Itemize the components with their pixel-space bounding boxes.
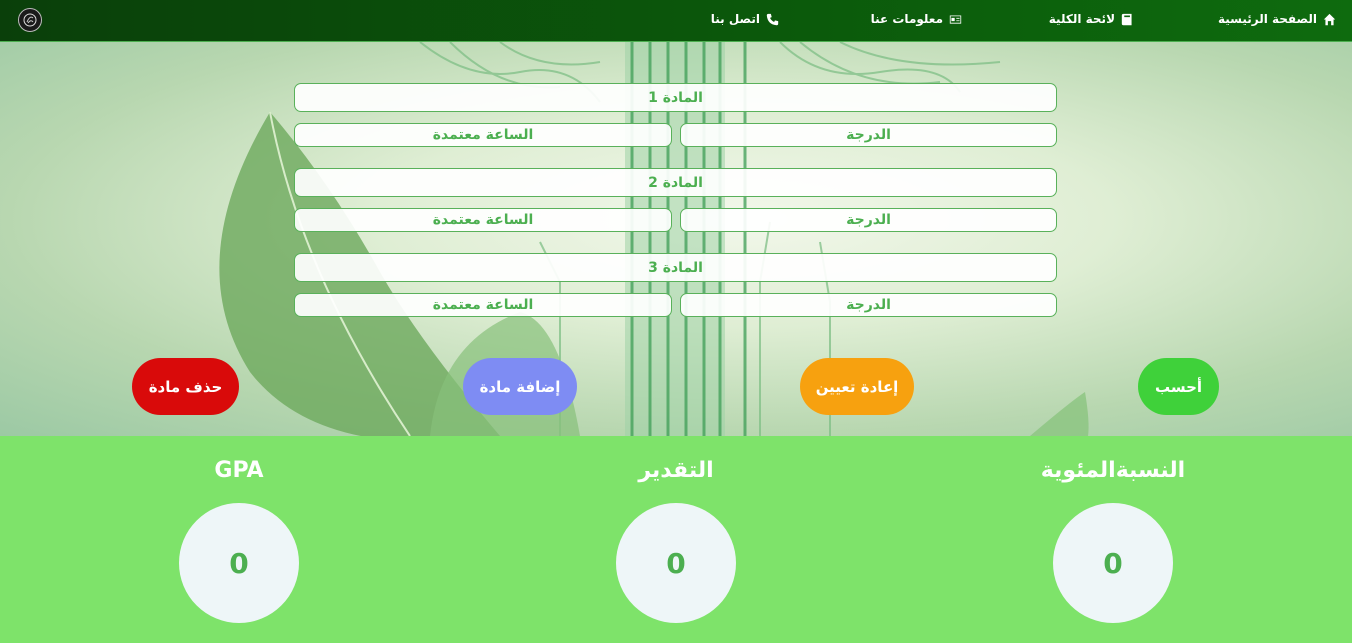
nav-contact-label: اتصل بنا: [710, 12, 760, 26]
subject-2-grade-input[interactable]: الدرجة: [680, 208, 1057, 232]
subject-1-title[interactable]: المادة 1: [294, 83, 1057, 112]
subject-3-grade-input[interactable]: الدرجة: [680, 293, 1057, 317]
nav-college-link[interactable]: لائحة الكلية: [1049, 12, 1134, 26]
percentage-value: 0: [1053, 503, 1173, 623]
phone-icon: [766, 13, 779, 25]
nav-home-link[interactable]: الصفحة الرئيسية: [1218, 12, 1336, 26]
grade-value: 0: [616, 503, 736, 623]
nav-home-label: الصفحة الرئيسية: [1217, 12, 1317, 26]
gpa-label: GPA: [214, 458, 264, 483]
subject-1-grade-input[interactable]: الدرجة: [680, 123, 1057, 147]
book-icon: [1121, 13, 1132, 25]
id-card-icon: [949, 14, 962, 24]
nav-contact-link[interactable]: اتصل بنا: [711, 12, 779, 26]
reset-button[interactable]: إعادة تعيين: [800, 358, 914, 415]
gpa-value: 0: [179, 503, 299, 623]
percentage-label: النسبةالمئوية: [1040, 458, 1186, 483]
grade-label: التقدير: [638, 458, 714, 483]
delete-subject-button[interactable]: حذف مادة: [132, 358, 239, 415]
subject-3-title[interactable]: المادة 3: [294, 253, 1057, 282]
subject-1-hours-input[interactable]: الساعة معتمدة: [294, 123, 672, 147]
nav-about-link[interactable]: معلومات عنا: [871, 12, 962, 26]
home-icon: [1323, 13, 1336, 25]
logo-icon[interactable]: [18, 8, 42, 32]
nav-about-label: معلومات عنا: [870, 12, 943, 26]
subject-2-hours-input[interactable]: الساعة معتمدة: [294, 208, 672, 232]
calculator-hero: المادة 1 الدرجة الساعة معتمدة المادة 2 ا…: [0, 42, 1352, 436]
navbar: الصفحة الرئيسية لائحة الكلية معلومات عنا…: [0, 0, 1352, 42]
subject-3-hours-input[interactable]: الساعة معتمدة: [294, 293, 672, 317]
results-panel: النسبةالمئوية 0 التقدير 0 GPA 0: [0, 436, 1352, 643]
nav-college-label: لائحة الكلية: [1048, 12, 1115, 26]
add-subject-button[interactable]: إضافة مادة: [463, 358, 577, 415]
subject-2-title[interactable]: المادة 2: [294, 168, 1057, 197]
calculate-button[interactable]: أحسب: [1138, 358, 1219, 415]
